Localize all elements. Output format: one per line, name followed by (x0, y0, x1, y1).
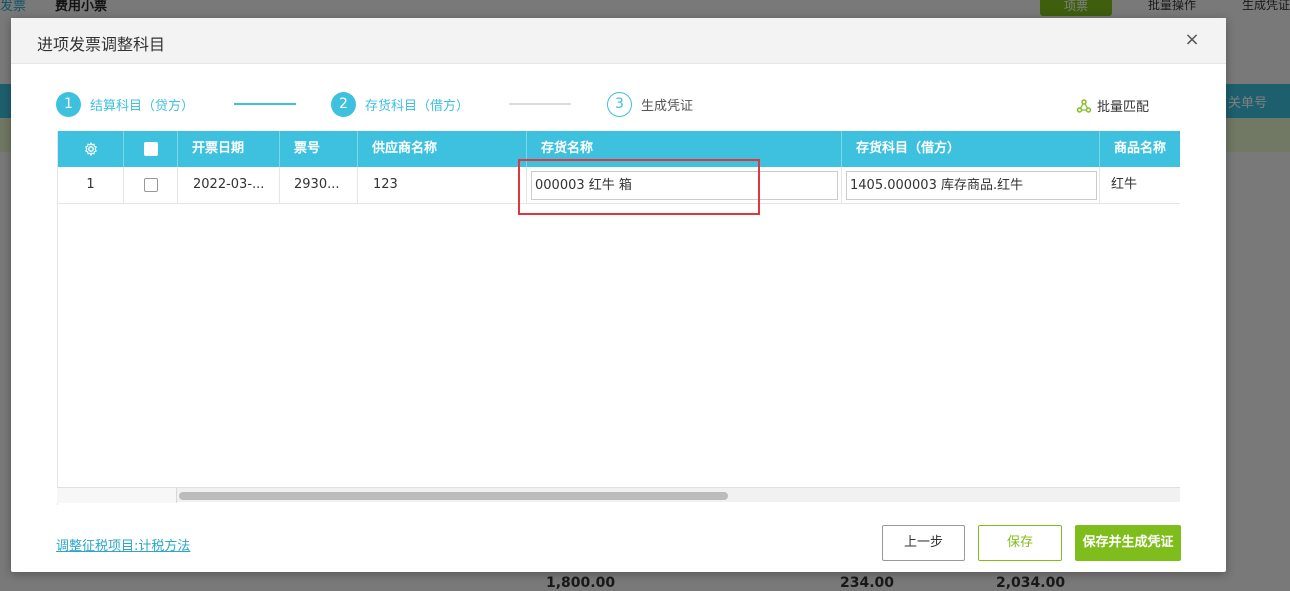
step-3: 3 生成凭证 (607, 91, 693, 117)
step-3-label: 生成凭证 (641, 98, 694, 114)
header-invoice-no[interactable]: 票号 (280, 131, 358, 167)
row-inventory-name-cell: 000003 红牛 箱 (527, 167, 842, 203)
row-invoice-date: 2022-03-... (178, 167, 280, 203)
row-product-name: 红牛 (1111, 177, 1138, 192)
row-invoice-no: 2930... (280, 167, 358, 203)
prev-step-button[interactable]: 上一步 (882, 525, 965, 561)
row-index: 1 (58, 167, 124, 203)
header-inventory-name[interactable]: 存货名称 (527, 131, 842, 167)
row-checkbox[interactable] (143, 177, 158, 192)
step-2: 2 存货科目（借方） (331, 91, 469, 117)
dialog-header: 进项发票调整科目 × (11, 18, 1226, 64)
step-connector-2 (509, 103, 571, 105)
header-product-name[interactable]: 商品名称 (1100, 131, 1180, 167)
inventory-account-input[interactable]: 1405.000003 库存商品.红牛 (846, 171, 1097, 200)
header-supplier[interactable]: 供应商名称 (358, 131, 527, 167)
save-button[interactable]: 保存 (978, 525, 1062, 561)
batch-match-label: 批量匹配 (1097, 100, 1150, 115)
network-icon (1077, 98, 1091, 113)
select-all-checkbox[interactable] (143, 141, 158, 156)
header-inventory-account[interactable]: 存货科目（借方） (842, 131, 1100, 167)
row-supplier: 123 (358, 167, 527, 203)
invoice-table: 开票日期 票号 供应商名称 存货名称 存货科目（借方） 商品名称 1 2022-… (57, 131, 1180, 505)
save-and-generate-button[interactable]: 保存并生成凭证 (1075, 525, 1181, 561)
batch-match-button[interactable]: 批量匹配 (1077, 96, 1149, 115)
row-checkbox-cell (124, 167, 178, 203)
header-invoice-date[interactable]: 开票日期 (178, 131, 280, 167)
row-inventory-account-cell: 1405.000003 库存商品.红牛 (842, 167, 1100, 203)
select-all-cell (124, 131, 178, 167)
step-indicator: 1 结算科目（贷方） 2 存货科目（借方） 3 生成凭证 (56, 91, 1206, 117)
step-1-number: 1 (56, 91, 81, 117)
scrollbar-thumb[interactable] (179, 492, 728, 500)
adjust-account-dialog: 进项发票调整科目 × 1 结算科目（贷方） 2 存货科目（借方） 3 生成凭证 … (11, 18, 1226, 572)
step-1: 1 结算科目（贷方） (56, 91, 194, 117)
table-row[interactable]: 1 2022-03-... 2930... 123 000003 红牛 箱 14… (58, 167, 1180, 204)
dialog-title: 进项发票调整科目 (37, 35, 166, 54)
inventory-name-input[interactable]: 000003 红牛 箱 (531, 171, 838, 200)
table-header: 开票日期 票号 供应商名称 存货名称 存货科目（借方） 商品名称 (58, 131, 1180, 167)
step-2-number: 2 (331, 91, 356, 117)
step-1-label: 结算科目（贷方） (90, 98, 195, 114)
adjust-tax-method-link[interactable]: 调整征税项目:计税方法 (56, 535, 190, 554)
gear-icon (84, 141, 97, 156)
horizontal-scrollbar[interactable] (57, 487, 1180, 503)
step-connector-1 (234, 103, 296, 105)
close-icon[interactable]: × (1182, 30, 1202, 50)
step-2-label: 存货科目（借方） (365, 98, 470, 114)
step-3-number: 3 (607, 91, 632, 117)
scrollbar-fixed-area (57, 488, 177, 503)
column-settings[interactable] (58, 131, 124, 167)
